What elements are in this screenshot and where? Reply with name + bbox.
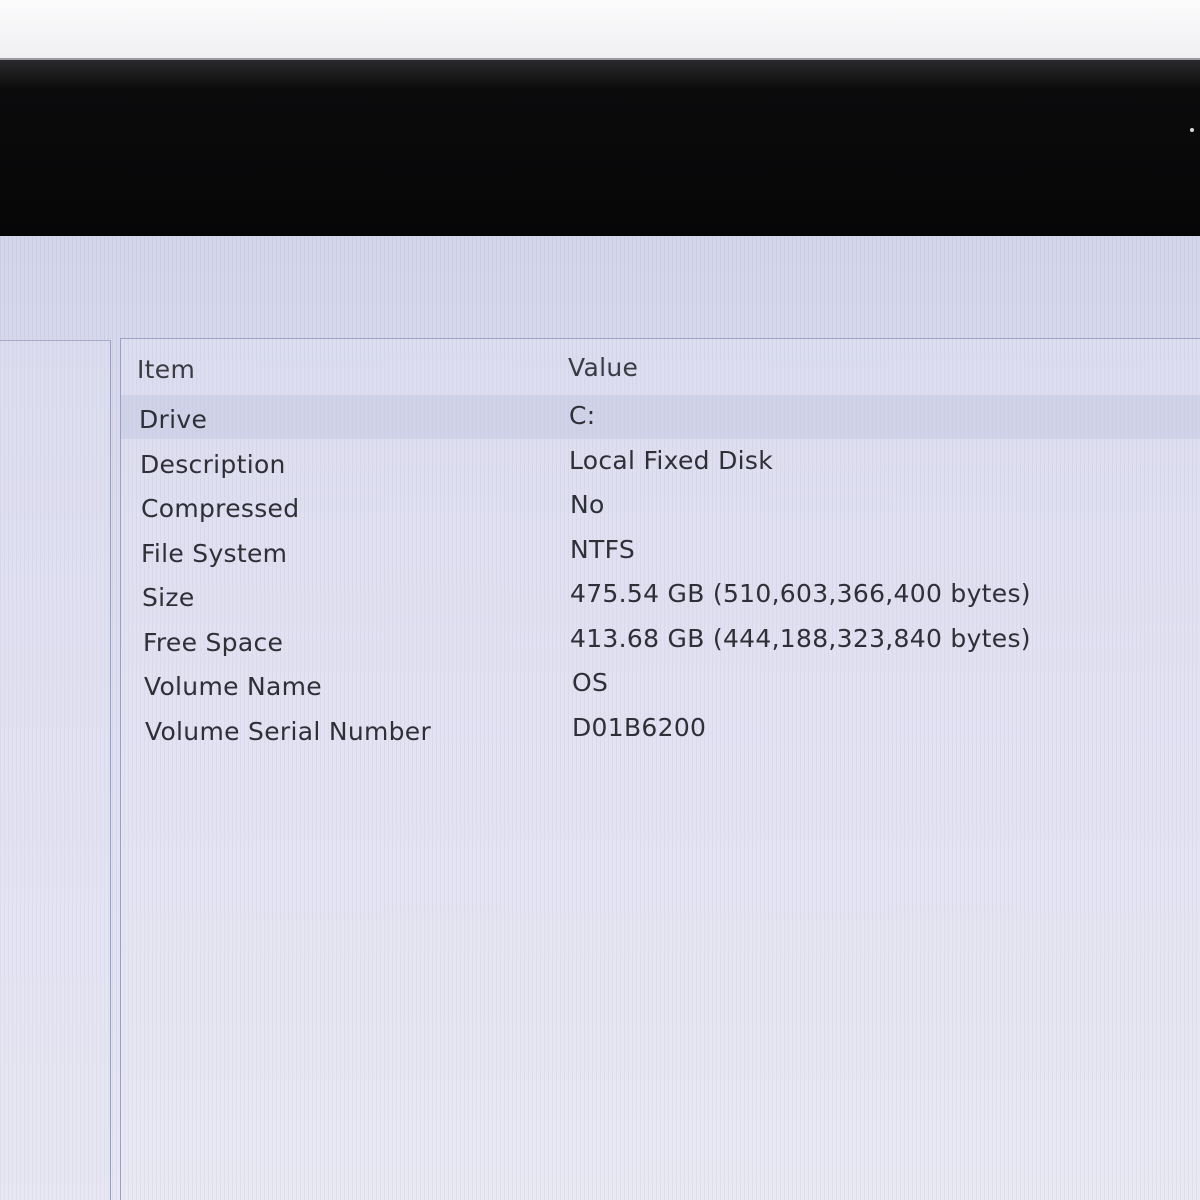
row-item-label: Size [142, 583, 195, 612]
list-row-drive[interactable]: Drive C: [121, 399, 1200, 443]
row-item-label: Free Space [143, 628, 284, 657]
laptop-bezel [0, 58, 1200, 245]
list-row-volume-serial-number[interactable]: Volume Serial Number D01B6200 [121, 711, 1200, 755]
row-value: No [570, 490, 605, 519]
row-item-label: Volume Serial Number [145, 717, 432, 746]
row-value: Local Fixed Disk [569, 446, 773, 475]
photo-frame: Item Value Drive C: Description Local Fi… [0, 0, 1200, 1200]
row-value: C: [569, 401, 596, 430]
list-row-description[interactable]: Description Local Fixed Disk [121, 444, 1200, 488]
column-header-value[interactable]: Value [568, 353, 638, 382]
list-row-free-space[interactable]: Free Space 413.68 GB (444,188,323,840 by… [121, 622, 1200, 666]
list-row-size[interactable]: Size 475.54 GB (510,603,366,400 bytes) [121, 577, 1200, 621]
list-row-file-system[interactable]: File System NTFS [121, 533, 1200, 577]
row-item-label: File System [141, 539, 288, 568]
category-tree-pane[interactable] [0, 340, 111, 1200]
row-item-label: Volume Name [144, 672, 322, 701]
row-value: D01B6200 [572, 713, 707, 742]
row-value: 475.54 GB (510,603,366,400 bytes) [570, 579, 1031, 608]
list-row-volume-name[interactable]: Volume Name OS [121, 666, 1200, 710]
column-header-item[interactable]: Item [137, 355, 195, 384]
row-value: OS [572, 668, 609, 697]
bezel-speck [1190, 128, 1194, 132]
row-item-label: Drive [139, 405, 208, 434]
row-item-label: Description [140, 450, 286, 479]
list-row-compressed[interactable]: Compressed No [121, 488, 1200, 532]
row-value: NTFS [570, 535, 635, 564]
details-list-pane[interactable]: Item Value Drive C: Description Local Fi… [120, 338, 1200, 1200]
row-value: 413.68 GB (444,188,323,840 bytes) [570, 624, 1031, 653]
row-item-label: Compressed [141, 494, 300, 523]
pane-splitter[interactable] [111, 340, 119, 1200]
list-header: Item Value [121, 339, 1200, 395]
